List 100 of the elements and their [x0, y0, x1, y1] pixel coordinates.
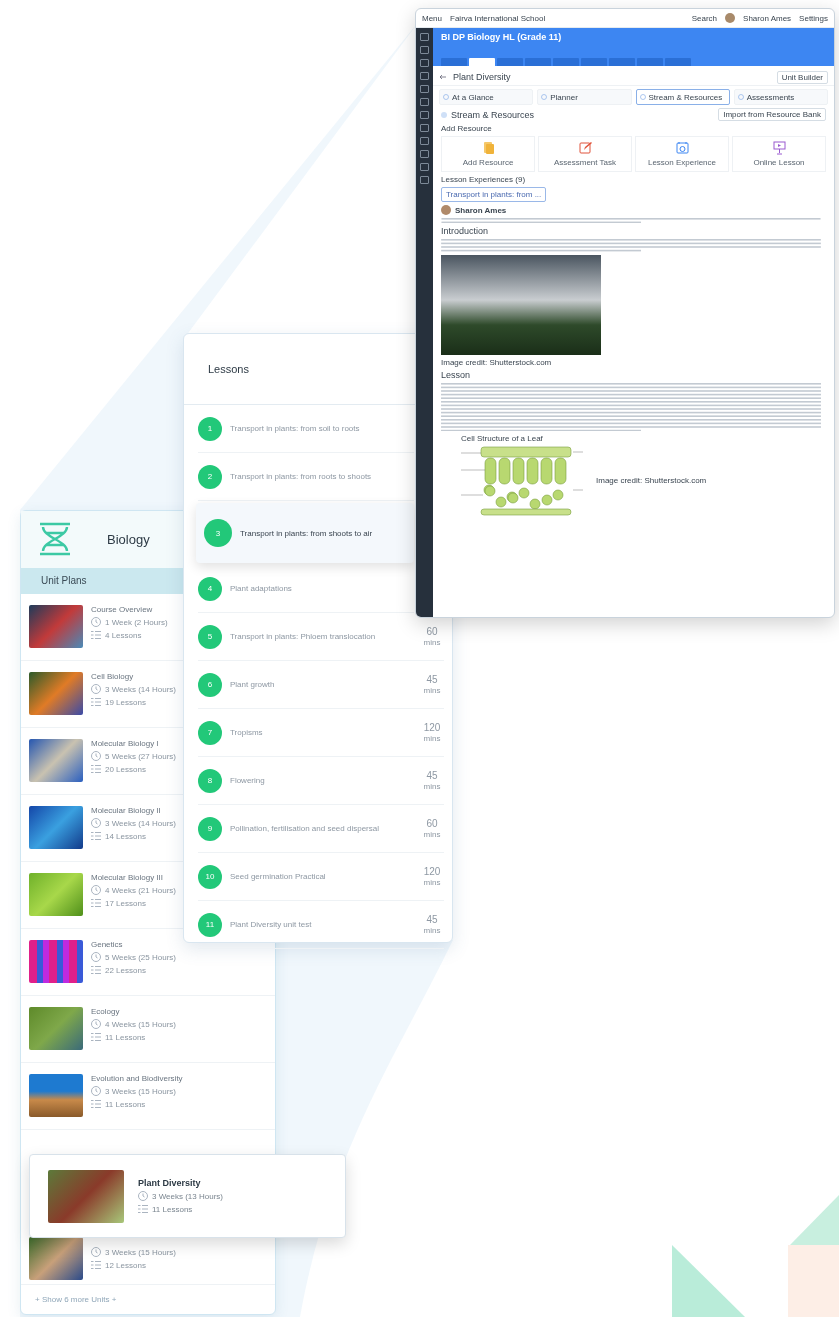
duration-unit: mins	[423, 926, 441, 935]
unit-item[interactable]: Evolution and Biodiversity 3 Weeks (15 Hours) 11 Lessons	[21, 1063, 181, 1117]
clock-icon	[91, 617, 101, 627]
lesson-number: 11	[198, 912, 222, 937]
photo-placeholder	[29, 1074, 83, 1117]
lesson-row[interactable]: 8 Flowering 45 mins	[198, 757, 444, 805]
lesson-row[interactable]: 1 Transport in plants: from soil to roots	[198, 405, 414, 453]
lesson-title: Transport in plants: from soil to roots	[230, 424, 361, 433]
lesson-duration: 45	[426, 770, 438, 781]
photo-placeholder	[29, 873, 83, 916]
lesson-title: Plant growth	[230, 680, 276, 689]
intro-heading: Introduction	[441, 226, 490, 237]
lesson-title: Flowering	[230, 776, 266, 785]
unit-duration: 3 Weeks (13 Hours)	[152, 1191, 223, 1201]
user-name[interactable]: Sharon Ames	[743, 13, 792, 23]
school-name: Fairva International School	[450, 13, 546, 23]
avatar	[725, 13, 736, 23]
unit-duration: 1 Week (2 Hours)	[105, 617, 168, 627]
clock-icon	[91, 684, 101, 694]
subject-title: Biology	[107, 531, 150, 547]
unit-title: Evolution and Biodiversity	[91, 1074, 183, 1083]
add-resource-link[interactable]: Add Resource	[441, 124, 492, 133]
menu-button[interactable]: Menu	[422, 13, 442, 23]
resource-card[interactable]: Assessment Task	[538, 136, 632, 172]
unit-item[interactable]: Molecular Biology I 5 Weeks (27 Hours) 20 Lessons	[21, 728, 181, 782]
import-button[interactable]: Import from Resource Bank	[718, 108, 826, 121]
unit-duration: 4 Weeks (21 Hours)	[105, 885, 176, 895]
list-icon	[91, 697, 101, 707]
duration-unit: mins	[423, 734, 441, 743]
back-arrow-icon	[439, 74, 447, 80]
resource-card[interactable]: Lesson Experience	[635, 136, 729, 172]
resource-card[interactable]: Online Lesson	[732, 136, 826, 172]
lesson-row[interactable]: 6 Plant growth 45 mins	[198, 661, 444, 709]
show-more-link[interactable]: + Show 6 more Units +	[21, 1285, 131, 1314]
lesson-row[interactable]: 4 Plant adaptations	[198, 565, 414, 613]
dna-icon	[37, 521, 73, 558]
author-name: Sharon Ames	[455, 205, 507, 215]
list-icon	[91, 1099, 101, 1109]
lesson-row[interactable]: 11 Plant Diversity unit test 45 mins	[198, 901, 444, 949]
unit-item[interactable]: Ecology 4 Weeks (15 Hours) 11 Lessons	[21, 996, 181, 1050]
lesson-row[interactable]: 3 Transport in plants: from shoots to air	[196, 503, 414, 563]
clock-icon	[91, 952, 101, 962]
unit-title: Genetics	[91, 940, 124, 949]
unit-item[interactable]: Course Overview 1 Week (2 Hours) 4 Lessons	[21, 594, 181, 648]
unit-item[interactable]: Plant Diversity 3 Weeks (13 Hours) 11 Lessons	[29, 1154, 346, 1238]
builder-button[interactable]: Unit Builder	[776, 70, 828, 84]
photo-placeholder	[29, 672, 83, 715]
unit-title: Plant Diversity	[138, 1178, 202, 1188]
list-icon	[138, 1204, 148, 1214]
unit-title: Molecular Biology I	[91, 739, 160, 748]
lesson-count: 22 Lessons	[105, 965, 146, 975]
section-tab[interactable]: Stream & Resources	[635, 89, 730, 105]
lesson-title: Transport in plants: from roots to shoots	[230, 472, 373, 481]
section-tab[interactable]: At a Glance	[439, 89, 534, 105]
section-tab[interactable]: Assessments	[733, 89, 828, 105]
decorative-triangle	[790, 1195, 839, 1245]
clock-icon	[91, 885, 101, 895]
unit-item[interactable]: 3 Weeks (15 Hours) 12 Lessons	[21, 1236, 181, 1280]
list-icon	[91, 831, 101, 841]
lesson-count: 19 Lessons	[105, 697, 146, 707]
clock-icon	[91, 818, 101, 828]
image-credit: Image credit: Shutterstock.com	[596, 476, 707, 486]
lesson-row[interactable]: 9 Pollination, fertilisation and seed dispersal 60 mins	[198, 805, 444, 853]
lesson-row[interactable]: 7 Tropisms 120 mins	[198, 709, 444, 757]
lesson-title: Tropisms	[230, 728, 264, 737]
experience-select[interactable]: Transport in plants: from ...	[441, 187, 547, 202]
unit-item[interactable]: Molecular Biology II 3 Weeks (14 Hours) 14 Lessons	[21, 795, 181, 849]
unit-duration: 3 Weeks (14 Hours)	[105, 684, 176, 694]
list-icon	[91, 1032, 101, 1042]
lesson-row[interactable]: 10 Seed germination Practical 120 mins	[198, 853, 444, 901]
unit-item[interactable]: Genetics 5 Weeks (25 Hours) 22 Lessons	[21, 929, 181, 983]
resource-card[interactable]: Add Resource	[441, 136, 535, 172]
circle-icon	[443, 94, 449, 100]
list-icon	[91, 965, 101, 975]
unit-item[interactable]: Molecular Biology III 4 Weeks (21 Hours) 17 Lessons	[21, 862, 181, 916]
search-button[interactable]: Search	[691, 13, 718, 23]
unit-item[interactable]: Cell Biology 3 Weeks (14 Hours) 19 Lessons	[21, 661, 181, 715]
lesson-duration: 120	[423, 722, 441, 733]
duration-unit: mins	[423, 782, 441, 791]
list-icon	[91, 764, 101, 774]
section-tab[interactable]: Planner	[537, 89, 632, 105]
list-icon	[91, 630, 101, 640]
lesson-count: 14 Lessons	[105, 831, 146, 841]
lesson-row[interactable]: 2 Transport in plants: from roots to shoots	[198, 453, 414, 501]
circle-icon	[639, 94, 646, 100]
lesson-number: 8	[198, 768, 222, 793]
settings-button[interactable]: Settings	[799, 13, 828, 23]
unit-duration: 3 Weeks (15 Hours)	[105, 1247, 176, 1257]
section-heading: Unit Plans	[41, 575, 87, 587]
lesson-number: 7	[198, 720, 222, 745]
panel-title: Lessons	[208, 363, 249, 375]
lesson-duration: 60	[426, 626, 438, 637]
circle-icon	[737, 94, 744, 100]
photo-placeholder	[29, 1007, 83, 1050]
course-title: BI DP Biology HL (Grade 11)	[441, 32, 563, 42]
lesson-heading: Lesson	[441, 369, 472, 380]
clock-icon	[91, 1086, 101, 1096]
section-heading: Stream & Resources	[451, 109, 535, 120]
unit-duration: 3 Weeks (15 Hours)	[105, 1086, 176, 1096]
unit-title: Plant Diversity	[453, 72, 511, 82]
